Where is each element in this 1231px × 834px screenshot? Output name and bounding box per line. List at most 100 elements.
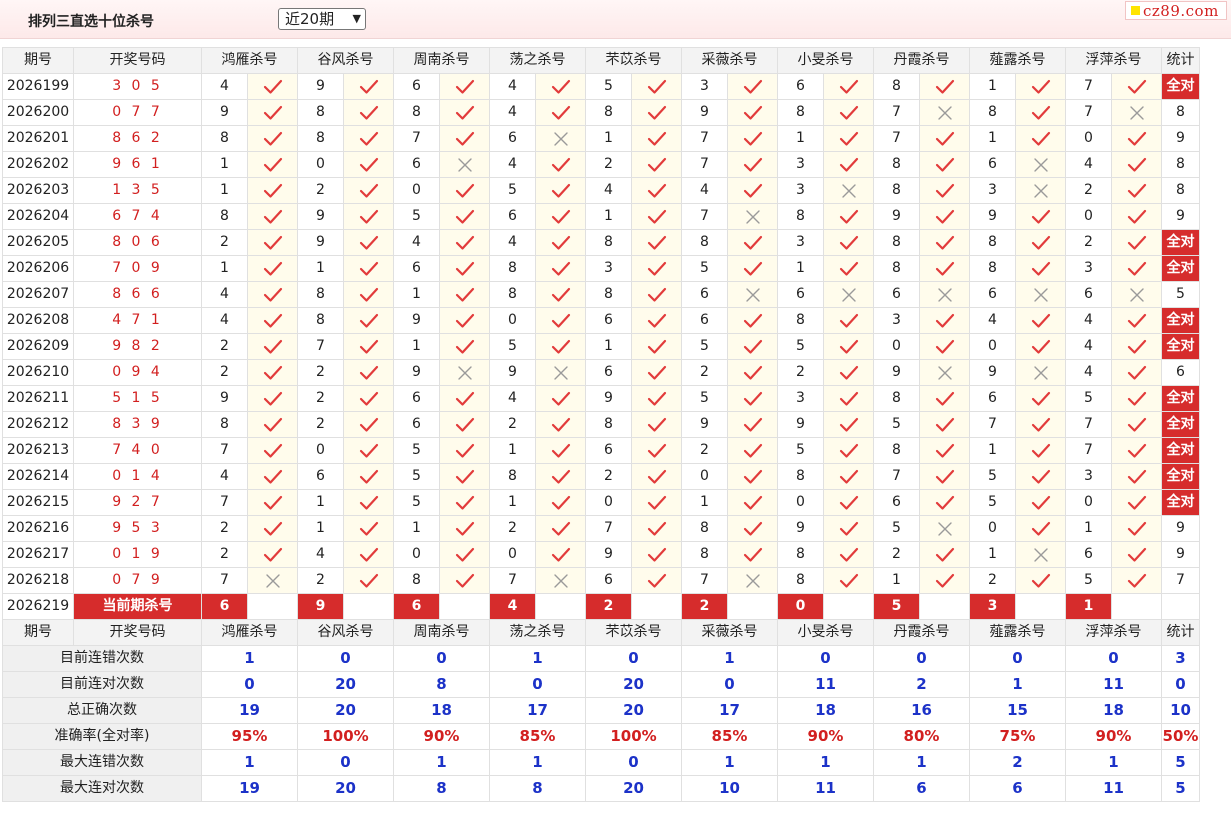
kill-number-cell: 1 bbox=[585, 333, 632, 360]
check-icon bbox=[535, 385, 586, 412]
check-icon bbox=[727, 437, 778, 464]
kill-number-cell: 8 bbox=[873, 177, 920, 204]
check-icon bbox=[631, 255, 682, 282]
kill-number-cell: 3 bbox=[777, 385, 824, 412]
check-icon bbox=[1111, 359, 1162, 386]
kill-number-cell: 4 bbox=[489, 151, 536, 178]
kill-number-cell: 6 bbox=[585, 359, 632, 386]
check-icon bbox=[439, 463, 490, 490]
period-cell: 2026211 bbox=[2, 385, 74, 412]
kill-number-cell: 1 bbox=[297, 255, 344, 282]
kill-number-cell: 2 bbox=[1065, 229, 1112, 256]
check-icon bbox=[919, 489, 970, 516]
kill-number-cell: 6 bbox=[489, 203, 536, 230]
summary-row: 最大连对次数 19 20 8 8 20 10 11 6 6 11 5 bbox=[2, 775, 1200, 802]
period-select-value: 近20期 bbox=[285, 10, 335, 28]
summary-stat: 5 bbox=[1161, 775, 1200, 802]
kill-number-cell: 4 bbox=[489, 229, 536, 256]
check-icon bbox=[631, 177, 682, 204]
check-icon bbox=[919, 229, 970, 256]
period-select[interactable]: 近20期 ▼ bbox=[278, 8, 366, 30]
summary-label: 准确率(全对率) bbox=[2, 723, 202, 750]
current-kill-number: 6 bbox=[393, 593, 440, 620]
kill-number-cell: 2 bbox=[201, 333, 248, 360]
summary-value: 95% bbox=[201, 723, 298, 750]
draw-code-cell: 0 1 4 bbox=[73, 463, 202, 490]
check-icon bbox=[823, 437, 874, 464]
kill-number-cell: 0 bbox=[585, 489, 632, 516]
kill-number-cell: 7 bbox=[681, 151, 728, 178]
period-cell: 2026202 bbox=[2, 151, 74, 178]
kill-number-cell: 8 bbox=[297, 281, 344, 308]
summary-row: 目前连对次数 0 20 8 0 20 0 11 2 1 11 0 bbox=[2, 671, 1200, 698]
check-icon bbox=[727, 229, 778, 256]
draw-code-cell: 0 9 4 bbox=[73, 359, 202, 386]
kill-number-cell: 7 bbox=[201, 489, 248, 516]
check-icon bbox=[1111, 567, 1162, 594]
check-icon bbox=[1015, 307, 1066, 334]
kill-number-cell: 7 bbox=[1065, 99, 1112, 126]
check-icon bbox=[727, 333, 778, 360]
kill-number-cell: 2 bbox=[297, 567, 344, 594]
kill-number-cell: 6 bbox=[777, 73, 824, 100]
check-icon bbox=[247, 177, 298, 204]
table-row: 2026210 0 9 422996229946 bbox=[2, 359, 1200, 386]
kill-number-cell: 9 bbox=[393, 307, 440, 334]
table-row: 2026208 4 7 1 4 8 9 0 6 6 8 3 4 4 全对 bbox=[2, 307, 1200, 334]
check-icon bbox=[343, 333, 394, 360]
kill-number-cell: 3 bbox=[777, 151, 824, 178]
summary-label: 目前连对次数 bbox=[2, 671, 202, 698]
current-kill-number: 1 bbox=[1065, 593, 1112, 620]
summary-value: 8 bbox=[489, 775, 586, 802]
check-icon bbox=[823, 307, 874, 334]
header-expert: 浮萍杀号 bbox=[1065, 619, 1162, 646]
kill-number-cell: 6 bbox=[873, 489, 920, 516]
kill-number-cell: 3 bbox=[777, 177, 824, 204]
site-logo[interactable]: cz89.com bbox=[1125, 1, 1227, 20]
current-period-row: 2026219 当前期杀号 6 9 6 4 2 2 0 5 3 1 bbox=[2, 593, 1200, 620]
cross-icon bbox=[1015, 177, 1066, 204]
header-expert: 鸿雁杀号 bbox=[201, 619, 298, 646]
kill-number-cell: 0 bbox=[969, 333, 1016, 360]
kill-number-cell: 0 bbox=[873, 333, 920, 360]
draw-code-cell: 9 5 3 bbox=[73, 515, 202, 542]
check-icon bbox=[439, 177, 490, 204]
kill-number-cell: 8 bbox=[777, 307, 824, 334]
kill-number-cell: 6 bbox=[969, 151, 1016, 178]
check-icon bbox=[727, 255, 778, 282]
summary-value: 0 bbox=[777, 645, 874, 672]
check-icon bbox=[343, 515, 394, 542]
summary-value: 6 bbox=[969, 775, 1066, 802]
kill-number-cell: 0 bbox=[1065, 125, 1112, 152]
current-kill-blank bbox=[727, 593, 778, 620]
check-icon bbox=[247, 151, 298, 178]
header-expert: 丹霞杀号 bbox=[873, 619, 970, 646]
check-icon bbox=[439, 125, 490, 152]
check-icon bbox=[1111, 489, 1162, 516]
check-icon bbox=[631, 411, 682, 438]
summary-row: 准确率(全对率) 95% 100% 90% 85% 100% 85% 90% 80% 75% 90%… bbox=[2, 723, 1200, 750]
kill-number-cell: 3 bbox=[1065, 463, 1112, 490]
kill-number-cell: 0 bbox=[393, 177, 440, 204]
period-cell: 2026218 bbox=[2, 567, 74, 594]
kill-number-cell: 3 bbox=[1065, 255, 1112, 282]
check-icon bbox=[919, 333, 970, 360]
summary-value: 11 bbox=[777, 775, 874, 802]
period-cell: 2026216 bbox=[2, 515, 74, 542]
current-kill-number: 2 bbox=[585, 593, 632, 620]
check-icon bbox=[439, 567, 490, 594]
check-icon bbox=[727, 99, 778, 126]
check-icon bbox=[631, 437, 682, 464]
check-icon bbox=[631, 151, 682, 178]
kill-number-cell: 0 bbox=[297, 151, 344, 178]
check-icon bbox=[919, 567, 970, 594]
check-icon bbox=[343, 541, 394, 568]
kill-number-cell: 6 bbox=[1065, 541, 1112, 568]
period-cell: 2026207 bbox=[2, 281, 74, 308]
check-icon bbox=[247, 99, 298, 126]
check-icon bbox=[631, 333, 682, 360]
check-icon bbox=[1111, 541, 1162, 568]
check-icon bbox=[727, 489, 778, 516]
kill-number-cell: 6 bbox=[393, 151, 440, 178]
stat-cell: 全对 bbox=[1161, 437, 1200, 464]
